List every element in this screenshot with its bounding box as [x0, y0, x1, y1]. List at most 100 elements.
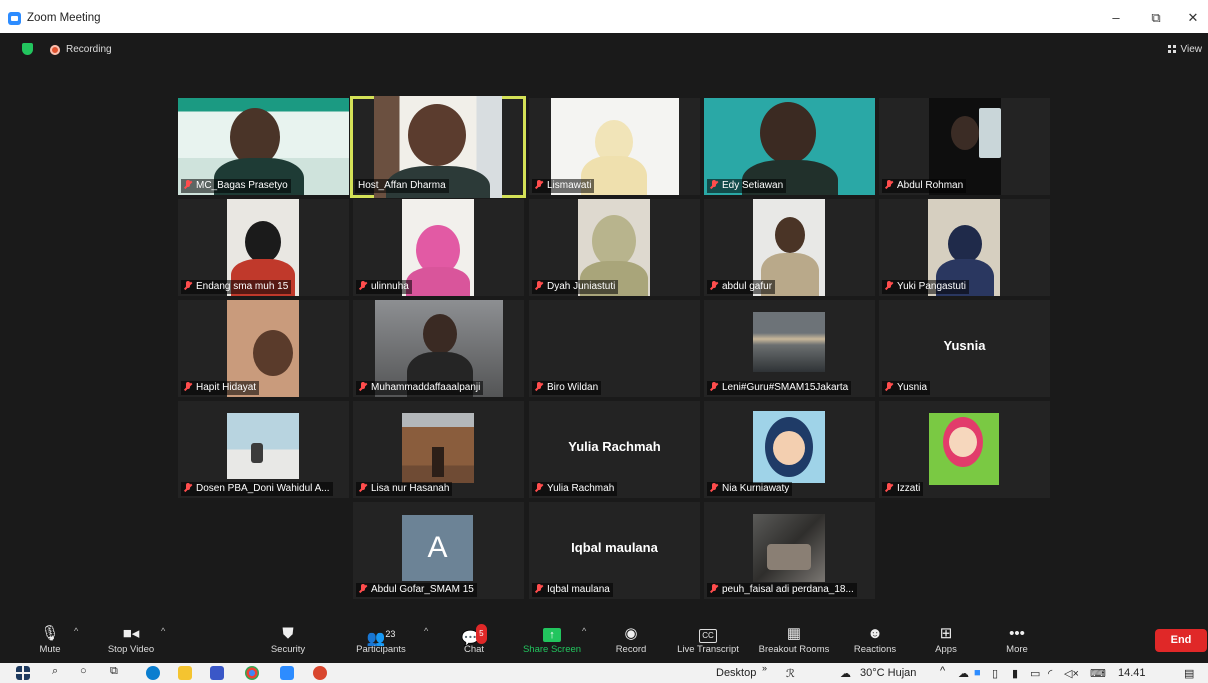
more-button[interactable]: ••• More — [998, 618, 1036, 663]
video-tile[interactable]: Lisa nur Hasanah — [353, 401, 524, 498]
video-tile-active-speaker[interactable]: Host_Affan Dharma — [350, 96, 526, 198]
stop-video-button[interactable]: ■◂ Stop Video — [100, 618, 162, 663]
mic-muted-icon — [710, 382, 718, 391]
mic-muted-icon — [184, 382, 192, 391]
toolbar-expand-icon[interactable]: » — [762, 663, 767, 673]
search-icon[interactable]: ⌕ — [52, 665, 58, 678]
video-tile[interactable]: MC_Bagas Prasetyo — [178, 98, 349, 195]
live-transcript-button[interactable]: CC Live Transcript — [672, 618, 744, 663]
video-tile[interactable]: abdul gafur — [704, 199, 875, 296]
video-tile[interactable]: Yusnia Yusnia — [879, 300, 1050, 397]
video-tile[interactable]: Muhammaddaffaaalpanji — [353, 300, 524, 397]
weather-icon: ☁ — [840, 668, 851, 680]
video-tile[interactable]: Iqbal maulana Iqbal maulana — [529, 502, 700, 599]
apps-button[interactable]: ⊞ Apps — [928, 618, 964, 663]
keyboard-icon[interactable]: ⌨ — [1090, 667, 1106, 680]
usb-icon[interactable]: ▮ — [1012, 667, 1018, 680]
participant-name-label: Abdul Gofar_SMAM 15 — [356, 583, 477, 597]
video-tile[interactable]: peuh_faisal adi perdana_18... — [704, 502, 875, 599]
desktop-toolbar[interactable]: Desktop — [716, 667, 756, 679]
zoom-app-icon — [8, 12, 21, 25]
participant-name-label: Abdul Rohman — [882, 179, 967, 193]
breakout-rooms-button[interactable]: ▦ Breakout Rooms — [753, 618, 835, 663]
window-title: Zoom Meeting — [27, 12, 101, 24]
participant-video — [402, 199, 474, 296]
security-shield-icon[interactable] — [22, 43, 33, 55]
video-tile[interactable]: Abdul Rohman — [879, 98, 1050, 195]
mic-muted-icon — [710, 483, 718, 492]
zoom-tray-icon[interactable]: ■ — [974, 667, 981, 679]
video-tile[interactable]: Lismawati — [529, 98, 700, 195]
wifi-icon[interactable]: ◜ — [1048, 667, 1052, 680]
edge-browser-icon[interactable] — [146, 666, 160, 680]
video-tile[interactable]: ulinnuha — [353, 199, 524, 296]
video-tile[interactable]: Endang sma muh 15 — [178, 199, 349, 296]
minimize-button[interactable]: – — [1108, 10, 1124, 25]
tray-app-icon[interactable]: ▯ — [992, 667, 998, 680]
participants-button[interactable]: 👥23 Participants — [350, 618, 412, 663]
tray-expand-icon[interactable]: ^ — [940, 665, 945, 677]
video-tile[interactable]: Dyah Juniastuti — [529, 199, 700, 296]
maximize-button[interactable]: ⧉ — [1148, 10, 1164, 26]
video-tile[interactable]: Yulia Rachmah Yulia Rachmah — [529, 401, 700, 498]
task-view-icon[interactable]: ⧉ — [110, 665, 118, 678]
participant-display-name: Yusnia — [943, 338, 986, 353]
clock[interactable]: 14.41 — [1118, 667, 1146, 679]
share-screen-button[interactable]: ↑ Share Screen — [518, 618, 586, 663]
participant-name-label: Hapit Hidayat — [181, 381, 260, 395]
participant-name-label: Leni#Guru#SMAM15Jakarta — [707, 381, 852, 395]
participant-head — [775, 217, 805, 253]
chat-bubble-icon: 💬5 — [454, 624, 494, 647]
video-options-caret-icon[interactable]: ^ — [161, 626, 165, 636]
participant-name-label: Nia Kurniawaty — [707, 482, 793, 496]
participant-name-label: Biro Wildan — [532, 381, 602, 395]
participant-display-name: Iqbal maulana — [571, 540, 658, 555]
avatar-face — [949, 427, 977, 457]
participant-video — [753, 312, 825, 372]
mic-muted-icon — [885, 180, 893, 189]
video-tile[interactable]: Dosen PBA_Doni Wahidul A... — [178, 401, 349, 498]
participant-name-label: Lismawati — [532, 179, 595, 193]
participant-name-label: Iqbal maulana — [532, 583, 613, 597]
volume-muted-icon[interactable]: ◁× — [1064, 667, 1079, 680]
windows-start-icon[interactable] — [16, 666, 30, 680]
security-button[interactable]: ⛊ Security — [262, 618, 314, 663]
window-titlebar: Zoom Meeting – ⧉ ✕ — [0, 0, 1208, 33]
battery-icon[interactable]: ▭ — [1030, 667, 1040, 680]
video-tile[interactable]: Biro Wildan — [529, 300, 700, 397]
mic-muted-icon — [535, 382, 543, 391]
video-tile[interactable]: Izzati — [879, 401, 1050, 498]
file-explorer-icon[interactable] — [178, 666, 192, 680]
participant-name-label: Yusnia — [882, 381, 931, 395]
cortana-icon[interactable]: ○ — [80, 665, 87, 677]
notifications-icon[interactable]: ▤ — [1184, 667, 1194, 680]
weather-text[interactable]: 30°C Hujan — [860, 667, 916, 679]
audio-options-caret-icon[interactable]: ^ — [74, 626, 78, 636]
video-tile[interactable]: Hapit Hidayat — [178, 300, 349, 397]
video-tile[interactable]: Leni#Guru#SMAM15Jakarta — [704, 300, 875, 397]
onedrive-icon[interactable]: ☁ — [958, 667, 969, 680]
share-options-caret-icon[interactable]: ^ — [582, 626, 586, 636]
video-tile[interactable]: A Abdul Gofar_SMAM 15 — [353, 502, 524, 599]
participants-options-caret-icon[interactable]: ^ — [424, 626, 428, 636]
share-screen-icon: ↑ — [518, 624, 586, 644]
background-light — [979, 108, 1001, 158]
app-icon[interactable] — [210, 666, 224, 680]
recording-indicator[interactable]: Recording — [66, 44, 112, 55]
recording-icon[interactable] — [50, 45, 60, 55]
people-icon[interactable]: ℛ — [786, 667, 795, 680]
record-button[interactable]: ◉ Record — [610, 618, 652, 663]
zoom-taskbar-icon[interactable] — [280, 666, 294, 680]
powerpoint-icon[interactable] — [313, 666, 327, 680]
chrome-icon[interactable] — [245, 666, 259, 680]
video-tile[interactable]: Yuki Pangastuti — [879, 199, 1050, 296]
view-button[interactable]: View — [1167, 44, 1202, 55]
reactions-button[interactable]: ☻ Reactions — [849, 618, 901, 663]
end-meeting-button[interactable]: End — [1155, 629, 1207, 652]
meeting-controls: 🎙 Mute ^ ■◂ Stop Video ^ ⛊ Security 👥23 Part… — [0, 618, 1208, 663]
video-tile[interactable]: Edy Setiawan — [704, 98, 875, 195]
mute-button[interactable]: 🎙 Mute — [30, 618, 70, 663]
video-tile[interactable]: Nia Kurniawaty — [704, 401, 875, 498]
close-button[interactable]: ✕ — [1185, 10, 1201, 26]
chat-button[interactable]: 💬5 Chat — [454, 618, 494, 663]
